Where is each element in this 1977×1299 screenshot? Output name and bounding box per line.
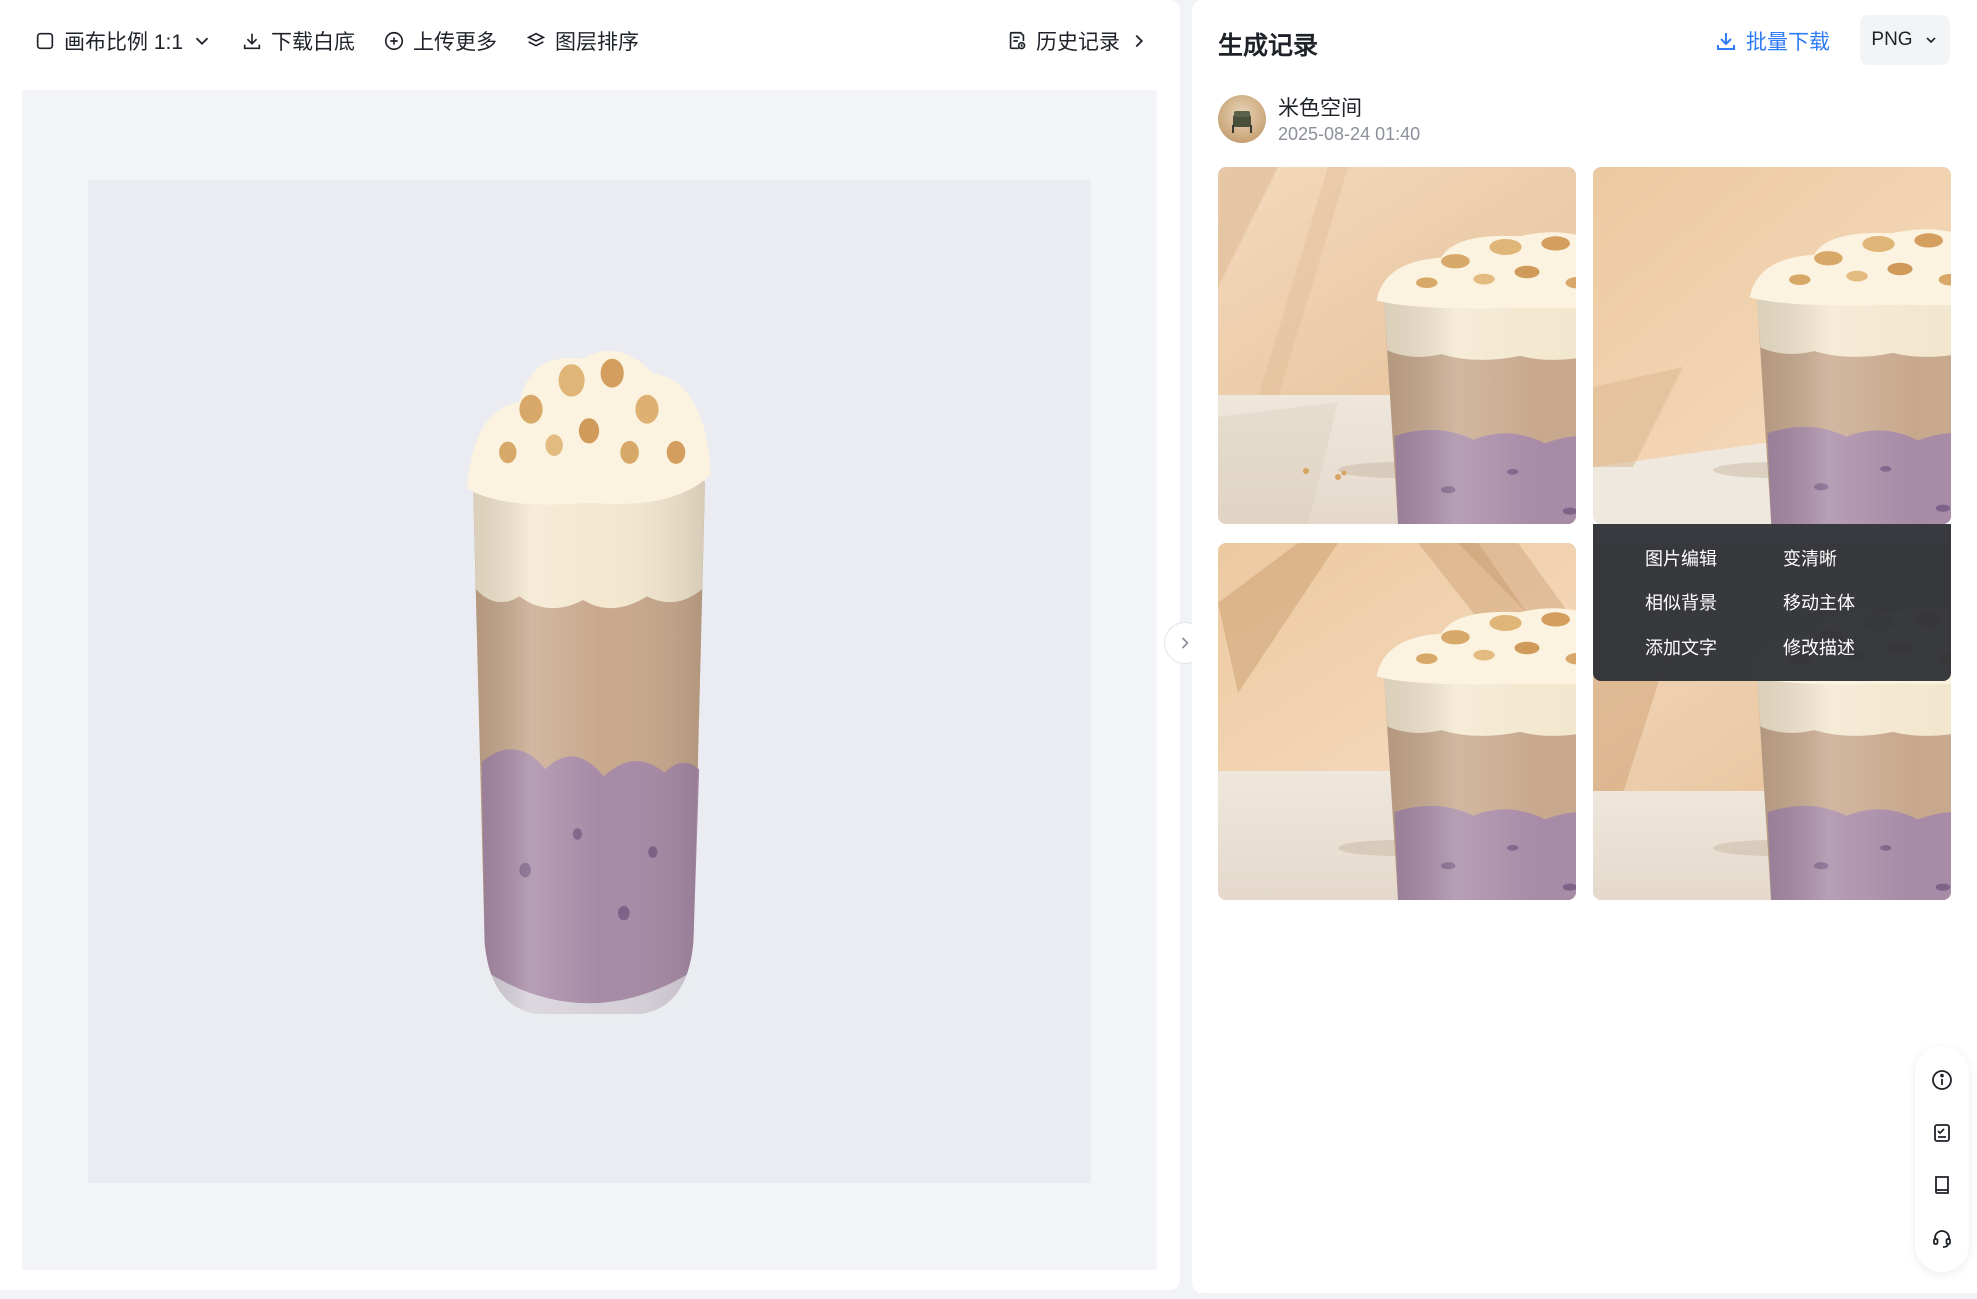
menu-move-subject[interactable]: 移动主体 [1783,580,1921,624]
user-name: 米色空间 [1278,97,1362,120]
floating-side-toolbar [1915,1046,1969,1272]
result-image-3[interactable] [1218,543,1576,900]
menu-similar-background[interactable]: 相似背景 [1645,580,1783,624]
record-time: 2025-08-24 01:40 [1278,124,1421,144]
chevron-down-icon [1926,37,1936,44]
image-action-menu: 图片编辑 变清晰 相似背景 移动主体 添加文字 修改描述 [1593,524,1951,681]
generation-record-header: 米色空间 2025-08-24 01:40 [1218,92,1420,145]
info-button[interactable] [1928,1066,1956,1094]
batch-download-label: 批量下载 [1746,31,1830,54]
menu-edit-description[interactable]: 修改描述 [1783,625,1921,669]
batch-download-button[interactable]: 批量下载 [1714,26,1830,56]
history-button[interactable]: 历史记录 [1006,26,1150,56]
download-white-button[interactable]: 下载白底 [241,26,355,56]
canvas-ratio-dropdown[interactable]: 画布比例 1:1 [34,26,213,56]
download-icon [243,33,261,50]
chevron-down-icon [195,37,209,46]
layers-icon [526,32,546,47]
menu-sharpen[interactable]: 变清晰 [1783,536,1921,580]
editor-panel: 画布比例 1:1 下载白底 上传更多 图层排序 历史记录 [0,0,1180,1290]
history-doc-icon [1009,31,1026,50]
canvas-ratio-label: 画布比例 1:1 [64,31,184,54]
generation-panel: 生成记录 批量下载 PNG 米色空间 2025-08-24 01:40 图片编辑… [1192,0,1977,1293]
guide-button[interactable] [1928,1171,1956,1199]
menu-image-edit[interactable]: 图片编辑 [1645,536,1783,580]
download-icon [1717,33,1735,50]
checklist-button[interactable] [1928,1119,1956,1147]
support-button[interactable] [1928,1224,1956,1252]
menu-add-text[interactable]: 添加文字 [1645,625,1783,669]
result-image-2[interactable] [1593,167,1951,524]
avatar [1218,94,1266,143]
square-icon [36,32,54,50]
plus-circle-icon [384,31,404,51]
drink-cutout-image[interactable] [444,330,734,1050]
format-value: PNG [1871,29,1913,50]
download-white-label: 下载白底 [271,31,356,54]
canvas-board[interactable] [88,180,1091,1183]
canvas-area[interactable] [22,90,1157,1270]
format-select[interactable]: PNG [1860,15,1950,65]
upload-more-label: 上传更多 [413,31,498,54]
editor-toolbar: 画布比例 1:1 下载白底 上传更多 图层排序 历史记录 [0,0,1180,82]
result-grid: 图片编辑 变清晰 相似背景 移动主体 添加文字 修改描述 [1218,167,1951,901]
upload-more-button[interactable]: 上传更多 [383,26,497,56]
result-image-1[interactable] [1218,167,1576,524]
checklist-icon [1934,1123,1950,1142]
headset-icon [1933,1229,1951,1248]
chevron-right-icon [1135,34,1144,48]
info-icon [1932,1070,1952,1091]
panel-title: 生成记录 [1218,32,1319,60]
layer-order-button[interactable]: 图层排序 [525,26,639,56]
book-icon [1935,1176,1949,1195]
history-label: 历史记录 [1036,31,1120,54]
layer-order-label: 图层排序 [555,31,640,54]
